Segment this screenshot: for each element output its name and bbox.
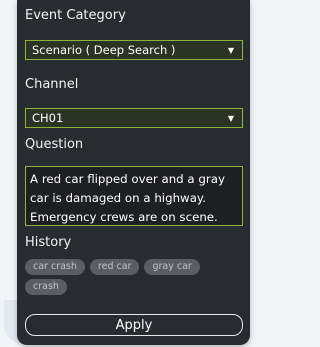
event-category-label: Event Category <box>25 8 126 23</box>
history-chip[interactable]: car crash <box>25 259 85 275</box>
question-label: Question <box>25 137 84 152</box>
chevron-down-icon: ▼ <box>227 113 234 123</box>
event-search-panel: Event Category Scenario ( Deep Search ) … <box>17 0 250 345</box>
history-chip[interactable]: crash <box>25 279 67 295</box>
history-chip-list: car crash red car gray car crash <box>25 259 243 295</box>
event-category-select[interactable]: Scenario ( Deep Search ) ▼ <box>25 40 243 60</box>
history-chip[interactable]: gray car <box>144 259 200 275</box>
channel-select[interactable]: CH01 ▼ <box>25 108 243 128</box>
chevron-down-icon: ▼ <box>227 45 234 55</box>
history-chip[interactable]: red car <box>89 259 140 275</box>
channel-value: CH01 <box>32 111 64 125</box>
history-label: History <box>25 235 72 250</box>
event-category-value: Scenario ( Deep Search ) <box>32 43 176 57</box>
apply-button[interactable]: Apply <box>25 314 243 336</box>
channel-label: Channel <box>25 77 79 92</box>
question-textarea[interactable]: A red car flipped over and a gray car is… <box>25 166 243 226</box>
